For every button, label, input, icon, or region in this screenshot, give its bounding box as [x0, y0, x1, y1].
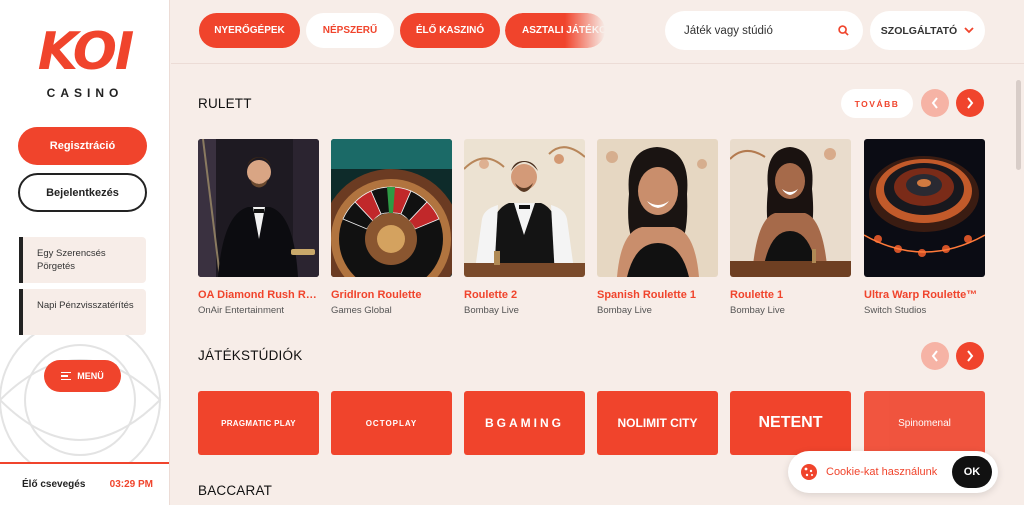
live-chat-label: Élő csevegés	[22, 479, 86, 490]
game-title[interactable]: Spanish Roulette 1	[597, 289, 718, 301]
logo-wordmark: KOI	[37, 22, 135, 82]
game-card[interactable]: Roulette 1 Bombay Live	[730, 139, 851, 316]
studios-next-button[interactable]	[956, 342, 984, 370]
game-thumbnail[interactable]	[597, 139, 718, 277]
roulette-prev-button[interactable]	[921, 89, 949, 117]
studio-nolimit-city[interactable]: NOLIMIT CITY	[597, 391, 718, 455]
game-studio: Games Global	[331, 305, 392, 316]
game-studio: Switch Studios	[864, 305, 927, 316]
chevron-right-icon	[967, 350, 974, 362]
game-studio: Bombay Live	[730, 305, 785, 316]
chip-table-games[interactable]: ASZTALI JÁTÉKOK	[505, 13, 605, 48]
provider-dropdown[interactable]: SZOLGÁLTATÓ	[870, 11, 985, 50]
search-input[interactable]: Játék vagy stúdió	[684, 25, 773, 37]
section-title-studios: JÁTÉKSTÚDIÓK	[198, 348, 303, 363]
logo-subtitle: CASINO	[46, 86, 124, 100]
live-chat-bar[interactable]: Élő csevegés 03:29 PM	[0, 462, 169, 505]
cookie-message: Cookie-kat használunk	[826, 466, 938, 478]
page-scrollbar[interactable]	[1016, 80, 1021, 170]
game-card[interactable]: GridIron Roulette Games Global	[331, 139, 452, 316]
live-chat-time: 03:29 PM	[109, 479, 153, 490]
game-thumbnail[interactable]	[331, 139, 452, 277]
studios-prev-button[interactable]	[921, 342, 949, 370]
chip-popular[interactable]: NÉPSZERŰ	[306, 13, 394, 48]
roulette-more-button[interactable]: TOVÁBB	[841, 89, 913, 118]
studio-octoplay[interactable]: OCTOPLAY	[331, 391, 452, 455]
studio-netent[interactable]: NETENT	[730, 391, 851, 455]
menu-label: MENÜ	[77, 371, 104, 381]
cookie-banner: Cookie-kat használunk OK	[788, 451, 998, 493]
game-title[interactable]: Roulette 2	[464, 289, 585, 301]
game-title[interactable]: Roulette 1	[730, 289, 851, 301]
game-card[interactable]: OA Diamond Rush Roulette OnAir Entertain…	[198, 139, 319, 316]
promo-daily-cashback[interactable]: Napi Pénzvisszatérítés	[19, 289, 146, 335]
login-button[interactable]: Bejelentkezés	[18, 173, 147, 212]
cookie-icon	[801, 464, 817, 480]
game-studio: Bombay Live	[464, 305, 519, 316]
studio-bgaming[interactable]: BGAMING	[464, 391, 585, 455]
chevron-left-icon	[931, 97, 938, 109]
koi-casino-logo[interactable]: KOI CASINO	[35, 22, 135, 104]
game-thumbnail[interactable]	[864, 139, 985, 277]
chevron-left-icon	[931, 350, 938, 362]
game-thumbnail[interactable]	[198, 139, 319, 277]
game-studio: OnAir Entertainment	[198, 305, 285, 316]
menu-button[interactable]: MENÜ	[44, 360, 121, 392]
section-title-baccarat: BACCARAT	[198, 483, 273, 498]
game-title[interactable]: Ultra Warp Roulette™	[864, 289, 985, 301]
sidebar: KOI CASINO Regisztráció Bejelentkezés Eg…	[0, 0, 170, 505]
game-card[interactable]: Spanish Roulette 1 Bombay Live	[597, 139, 718, 316]
register-button[interactable]: Regisztráció	[18, 127, 147, 165]
chip-live-casino[interactable]: ÉLŐ KASZINÓ	[400, 13, 500, 48]
game-card[interactable]: Ultra Warp Roulette™ Switch Studios	[864, 139, 985, 316]
game-thumbnail[interactable]	[464, 139, 585, 277]
chip-slots[interactable]: NYERŐGÉPEK	[199, 13, 300, 48]
search-icon[interactable]	[838, 25, 849, 36]
chevron-right-icon	[967, 97, 974, 109]
promo-lucky-spin[interactable]: Egy Szerencsés Pörgetés	[19, 237, 146, 283]
studio-pragmatic-play[interactable]: PRAGMATIC PLAY	[198, 391, 319, 455]
cookie-ok-button[interactable]: OK	[952, 456, 992, 488]
category-bar: NYERŐGÉPEK NÉPSZERŰ ÉLŐ KASZINÓ ASZTALI …	[171, 0, 1024, 64]
roulette-next-button[interactable]	[956, 89, 984, 117]
game-card[interactable]: Roulette 2 Bombay Live	[464, 139, 585, 316]
game-title[interactable]: OA Diamond Rush Roulette	[198, 289, 319, 301]
game-thumbnail[interactable]	[730, 139, 851, 277]
game-studio: Bombay Live	[597, 305, 652, 316]
search-box[interactable]: Játék vagy stúdió	[665, 11, 863, 50]
studio-spinomenal[interactable]: Spinomenal	[864, 391, 985, 455]
hamburger-icon	[61, 372, 72, 380]
provider-label: SZOLGÁLTATÓ	[880, 24, 958, 37]
section-title-roulette: RULETT	[198, 96, 252, 111]
chevron-down-icon	[964, 27, 974, 34]
game-title[interactable]: GridIron Roulette	[331, 289, 452, 301]
